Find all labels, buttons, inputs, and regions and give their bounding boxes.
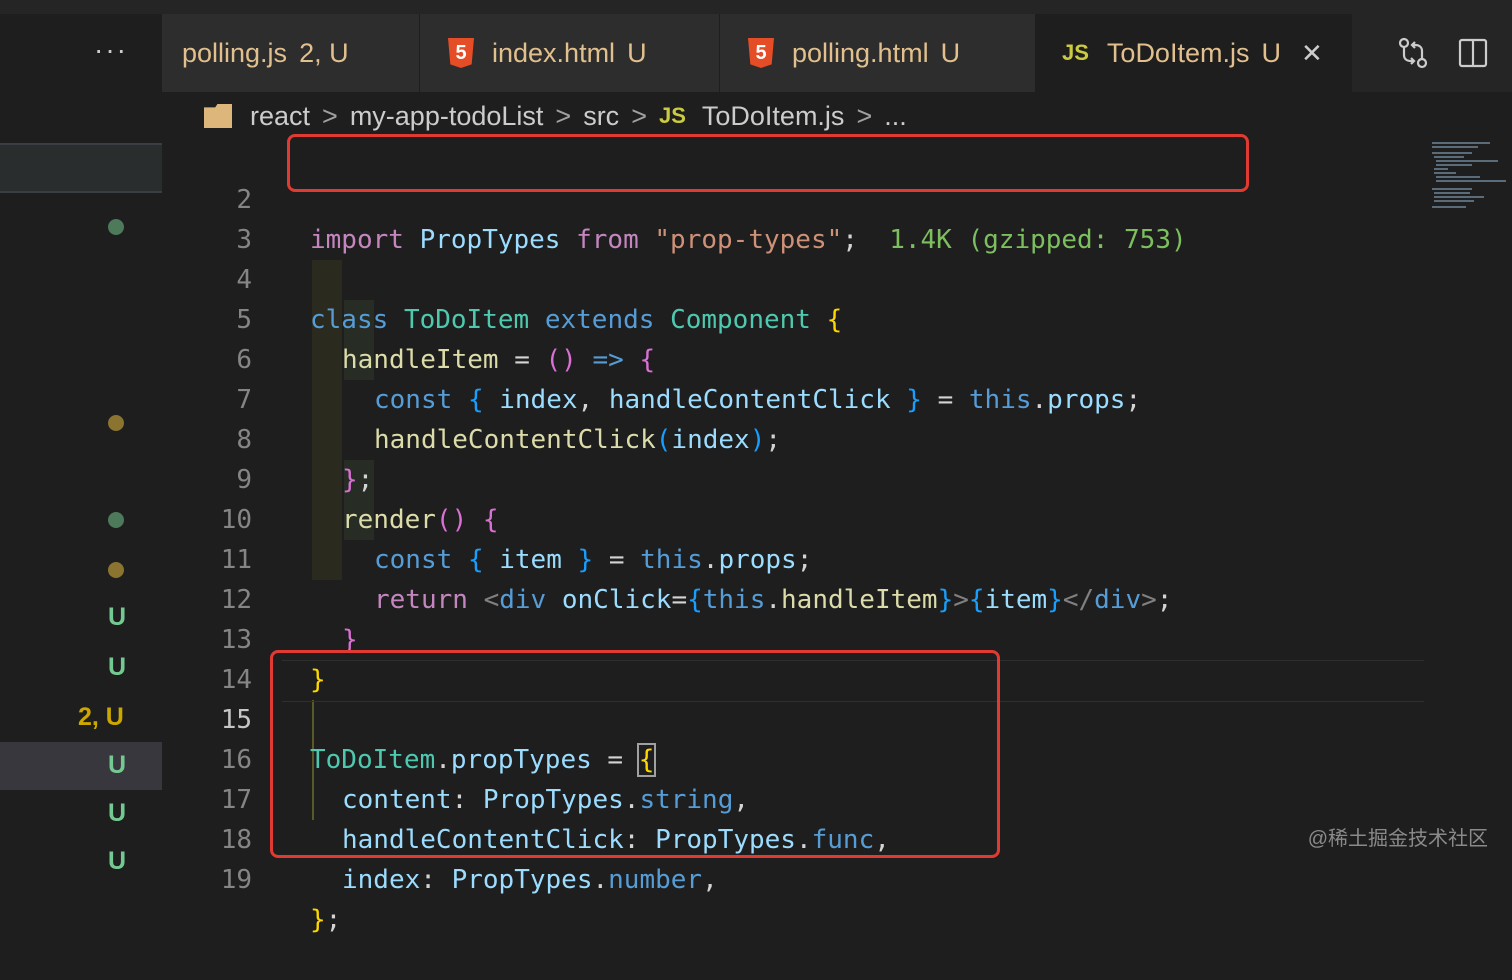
tab-label: polling.js xyxy=(182,37,288,68)
code-line: 10 const { item } = this.props; xyxy=(162,460,1424,575)
chevron-right-icon: > xyxy=(631,100,647,131)
tab-label: polling.html xyxy=(792,37,929,68)
explorer-badge: U xyxy=(108,653,127,681)
minimap-line xyxy=(1436,176,1480,178)
javascript-icon: JS xyxy=(1062,40,1089,65)
explorer-badge: U xyxy=(108,799,127,827)
more-tabs-icon[interactable]: ··· xyxy=(94,34,128,66)
minimap[interactable] xyxy=(1424,140,1512,870)
breadcrumb-item[interactable]: react xyxy=(250,101,310,132)
tab-status: U xyxy=(627,37,647,68)
modified-dot xyxy=(108,415,124,431)
code-line: 7 handleContentClick(index); xyxy=(162,340,1424,455)
minimap-line xyxy=(1432,152,1472,154)
minimap-line xyxy=(1432,206,1466,208)
minimap-line xyxy=(1432,142,1490,144)
breadcrumb: react > my-app-todoList > src > JS ToDoI… xyxy=(162,92,1512,140)
explorer-badge: U xyxy=(108,847,127,875)
minimap-line xyxy=(1436,164,1472,166)
open-changes-icon[interactable] xyxy=(1396,36,1430,70)
explorer-badge: U xyxy=(108,751,127,779)
tab-status: U xyxy=(1261,37,1281,68)
tab-polling-html[interactable]: 5 polling.html U xyxy=(720,14,1036,92)
watermark: @稀土掘金技术社区 xyxy=(1307,828,1488,850)
annotation-box-proptypes xyxy=(270,650,1000,858)
minimap-line xyxy=(1434,156,1464,158)
tab-status: U xyxy=(940,37,961,68)
minimap-line xyxy=(1434,200,1474,202)
code-line: 8 }; xyxy=(162,380,1424,495)
tab-status: 2, U xyxy=(299,37,349,68)
chevron-right-icon: > xyxy=(555,100,572,131)
chevron-right-icon: > xyxy=(322,100,338,131)
close-icon[interactable]: ✕ xyxy=(1301,38,1323,69)
code-line: 9 render() { xyxy=(162,420,1424,535)
minimap-line xyxy=(1432,188,1472,190)
code-line: 13 } xyxy=(162,580,1424,695)
modified-dot xyxy=(108,219,124,235)
explorer-badge: 2, U xyxy=(78,703,124,731)
split-editor-icon[interactable] xyxy=(1458,38,1488,68)
folder-icon xyxy=(204,104,232,128)
annotation-box-import xyxy=(287,134,1249,192)
minimap-line xyxy=(1434,192,1470,194)
tab-index-html[interactable]: 5 index.html U xyxy=(420,14,720,92)
minimap-line xyxy=(1432,146,1478,148)
minimap-line xyxy=(1434,196,1484,198)
minimap-line xyxy=(1436,180,1506,182)
tab-label: index.html xyxy=(492,37,616,68)
tab-label: ToDoItem.js xyxy=(1106,37,1250,68)
minimap-line xyxy=(1436,160,1498,162)
modified-dot xyxy=(108,512,124,528)
tab-todoitem-js[interactable]: JS ToDoItem.js U ✕ xyxy=(1036,14,1352,92)
breadcrumb-item[interactable]: ... xyxy=(884,101,907,132)
modified-dot xyxy=(108,562,124,578)
line-number: 19 xyxy=(220,865,252,895)
explorer-badge: U xyxy=(108,603,127,631)
tab-polling-js[interactable]: polling.js 2, U xyxy=(162,14,420,92)
code-line: 6 const { index, handleContentClick } = … xyxy=(162,300,1424,415)
code-line: 11 return <div onClick={this.handleItem}… xyxy=(162,500,1424,615)
html5-icon: 5 xyxy=(448,38,474,68)
code-line: 5 handleItem = () => { xyxy=(162,260,1424,375)
explorer-selected-row[interactable] xyxy=(0,143,162,193)
code-line: 12 } xyxy=(162,540,1424,655)
code-text: }; xyxy=(310,905,342,935)
code-text: index: PropTypes.number, xyxy=(342,865,718,895)
breadcrumb-item[interactable]: my-app-todoList xyxy=(350,101,544,132)
html5-icon: 5 xyxy=(748,38,774,68)
breadcrumb-item[interactable]: src xyxy=(583,101,619,132)
minimap-line xyxy=(1434,172,1456,174)
code-line: 4 class ToDoItem extends Component { xyxy=(162,220,1424,335)
minimap-line xyxy=(1434,168,1448,170)
breadcrumb-item[interactable]: ToDoItem.js xyxy=(702,101,845,132)
explorer-highlighted-row[interactable] xyxy=(0,742,162,790)
window-top-strip xyxy=(0,0,1512,14)
javascript-icon: JS xyxy=(658,103,686,128)
chevron-right-icon: > xyxy=(856,100,873,131)
editor-tab-bar: ··· polling.js 2, U 5 index.html U 5 pol… xyxy=(94,14,1512,92)
